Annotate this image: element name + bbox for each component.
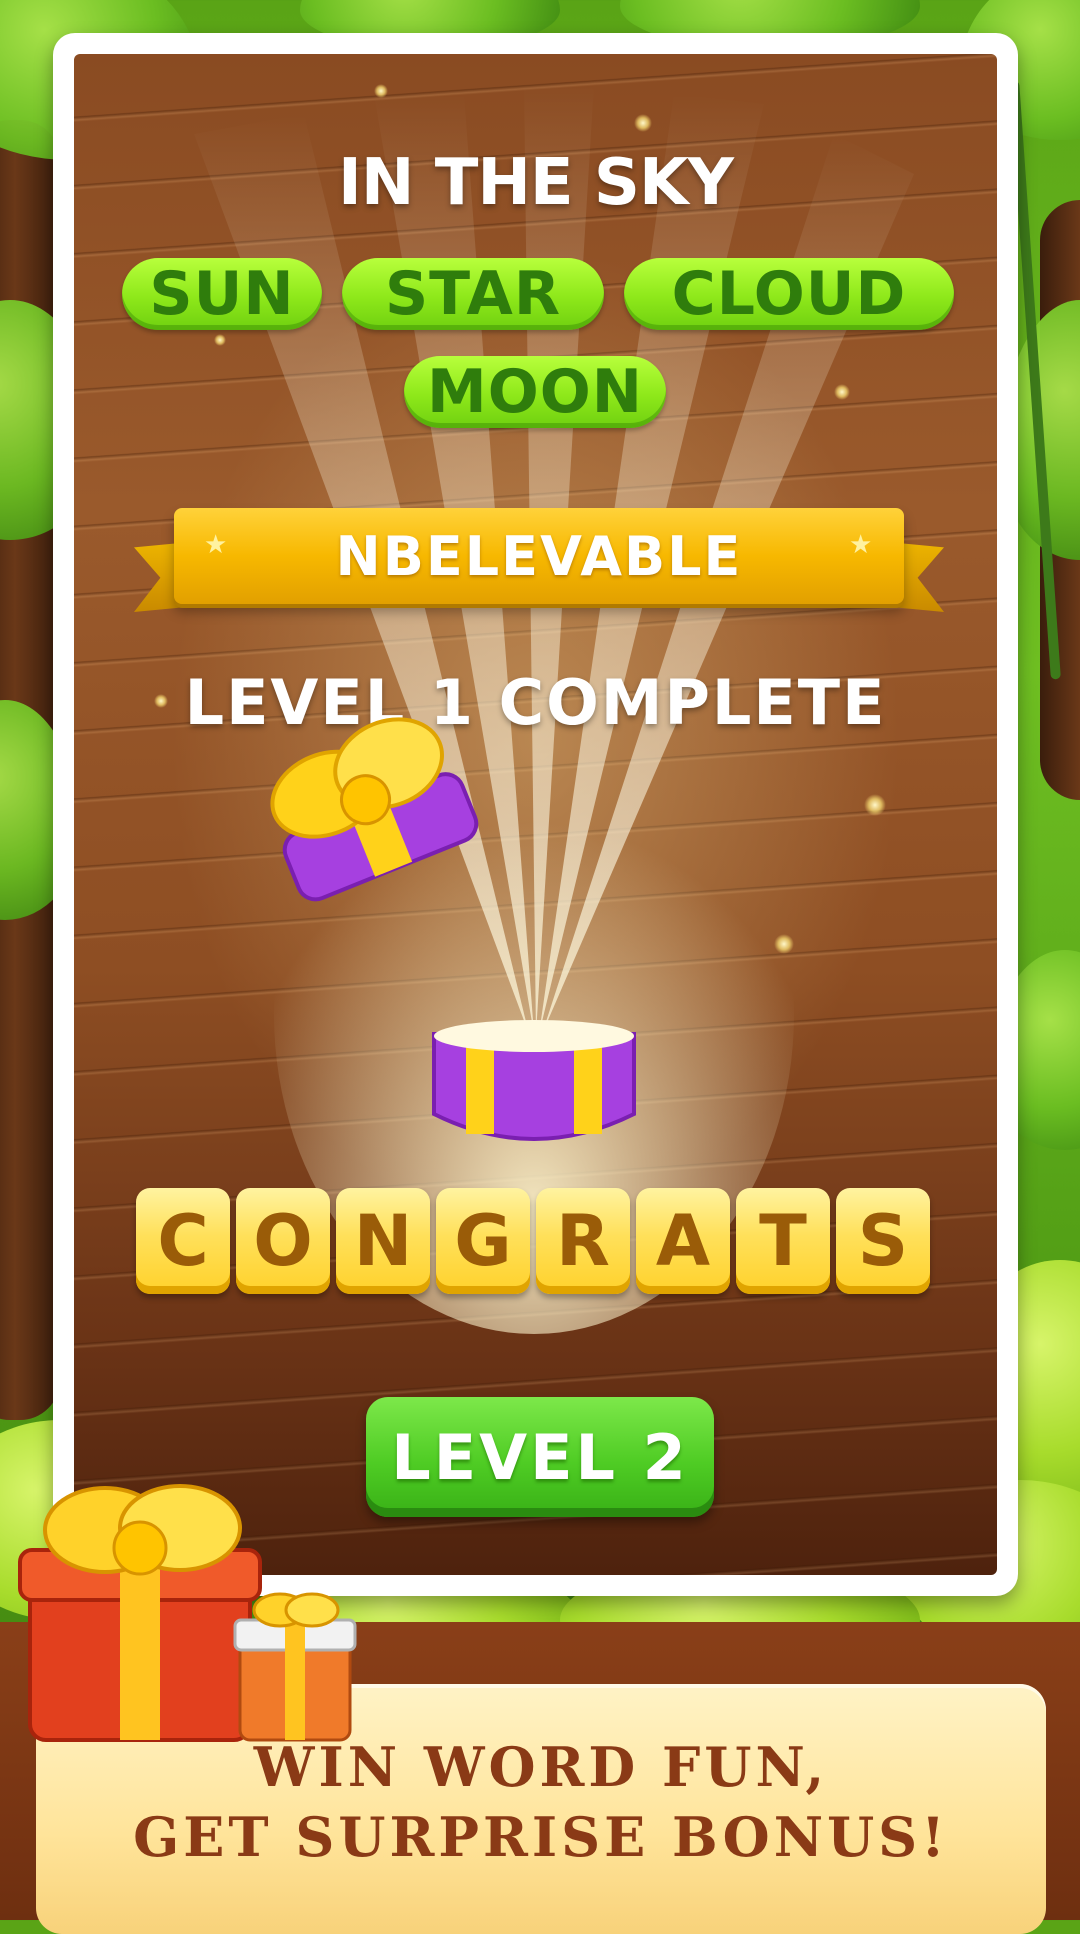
- letter-tile: S: [836, 1188, 930, 1294]
- level-complete-text: LEVEL 1 COMPLETE: [184, 666, 887, 739]
- present-icon: [18, 1484, 357, 1742]
- game-panel: IN THE SKY SUN STAR CLOUD MOON NBELEVABL…: [74, 54, 997, 1575]
- letter-tile: T: [736, 1188, 830, 1294]
- letter-tile: A: [636, 1188, 730, 1294]
- praise-ribbon: NBELEVABLE ★ ★: [134, 494, 944, 624]
- sparkle: [304, 834, 316, 846]
- promo-line-2: GET SURPRISE BONUS!: [133, 1805, 949, 1869]
- ribbon-text: NBELEVABLE: [174, 508, 904, 604]
- star-icon: ★: [849, 530, 873, 560]
- found-word-cloud: CLOUD: [624, 258, 954, 330]
- letter-tile: R: [536, 1188, 630, 1294]
- found-word-sun: SUN: [122, 258, 322, 330]
- sparkle: [834, 384, 850, 400]
- letter-tile: N: [336, 1188, 430, 1294]
- found-word-star: STAR: [342, 258, 604, 330]
- letter-tile: C: [136, 1188, 230, 1294]
- sparkle: [214, 334, 226, 346]
- found-word-moon: MOON: [404, 356, 666, 428]
- letter-tile: O: [236, 1188, 330, 1294]
- sparkle: [774, 934, 794, 954]
- sparkle: [374, 84, 388, 98]
- next-level-button[interactable]: LEVEL 2: [366, 1397, 714, 1517]
- sparkle: [864, 794, 886, 816]
- letter-tile: G: [436, 1188, 530, 1294]
- category-title: IN THE SKY: [338, 146, 734, 220]
- sparkle: [634, 114, 652, 132]
- star-icon: ★: [204, 530, 228, 560]
- letter-tiles: C O N G R A T S: [136, 1188, 930, 1294]
